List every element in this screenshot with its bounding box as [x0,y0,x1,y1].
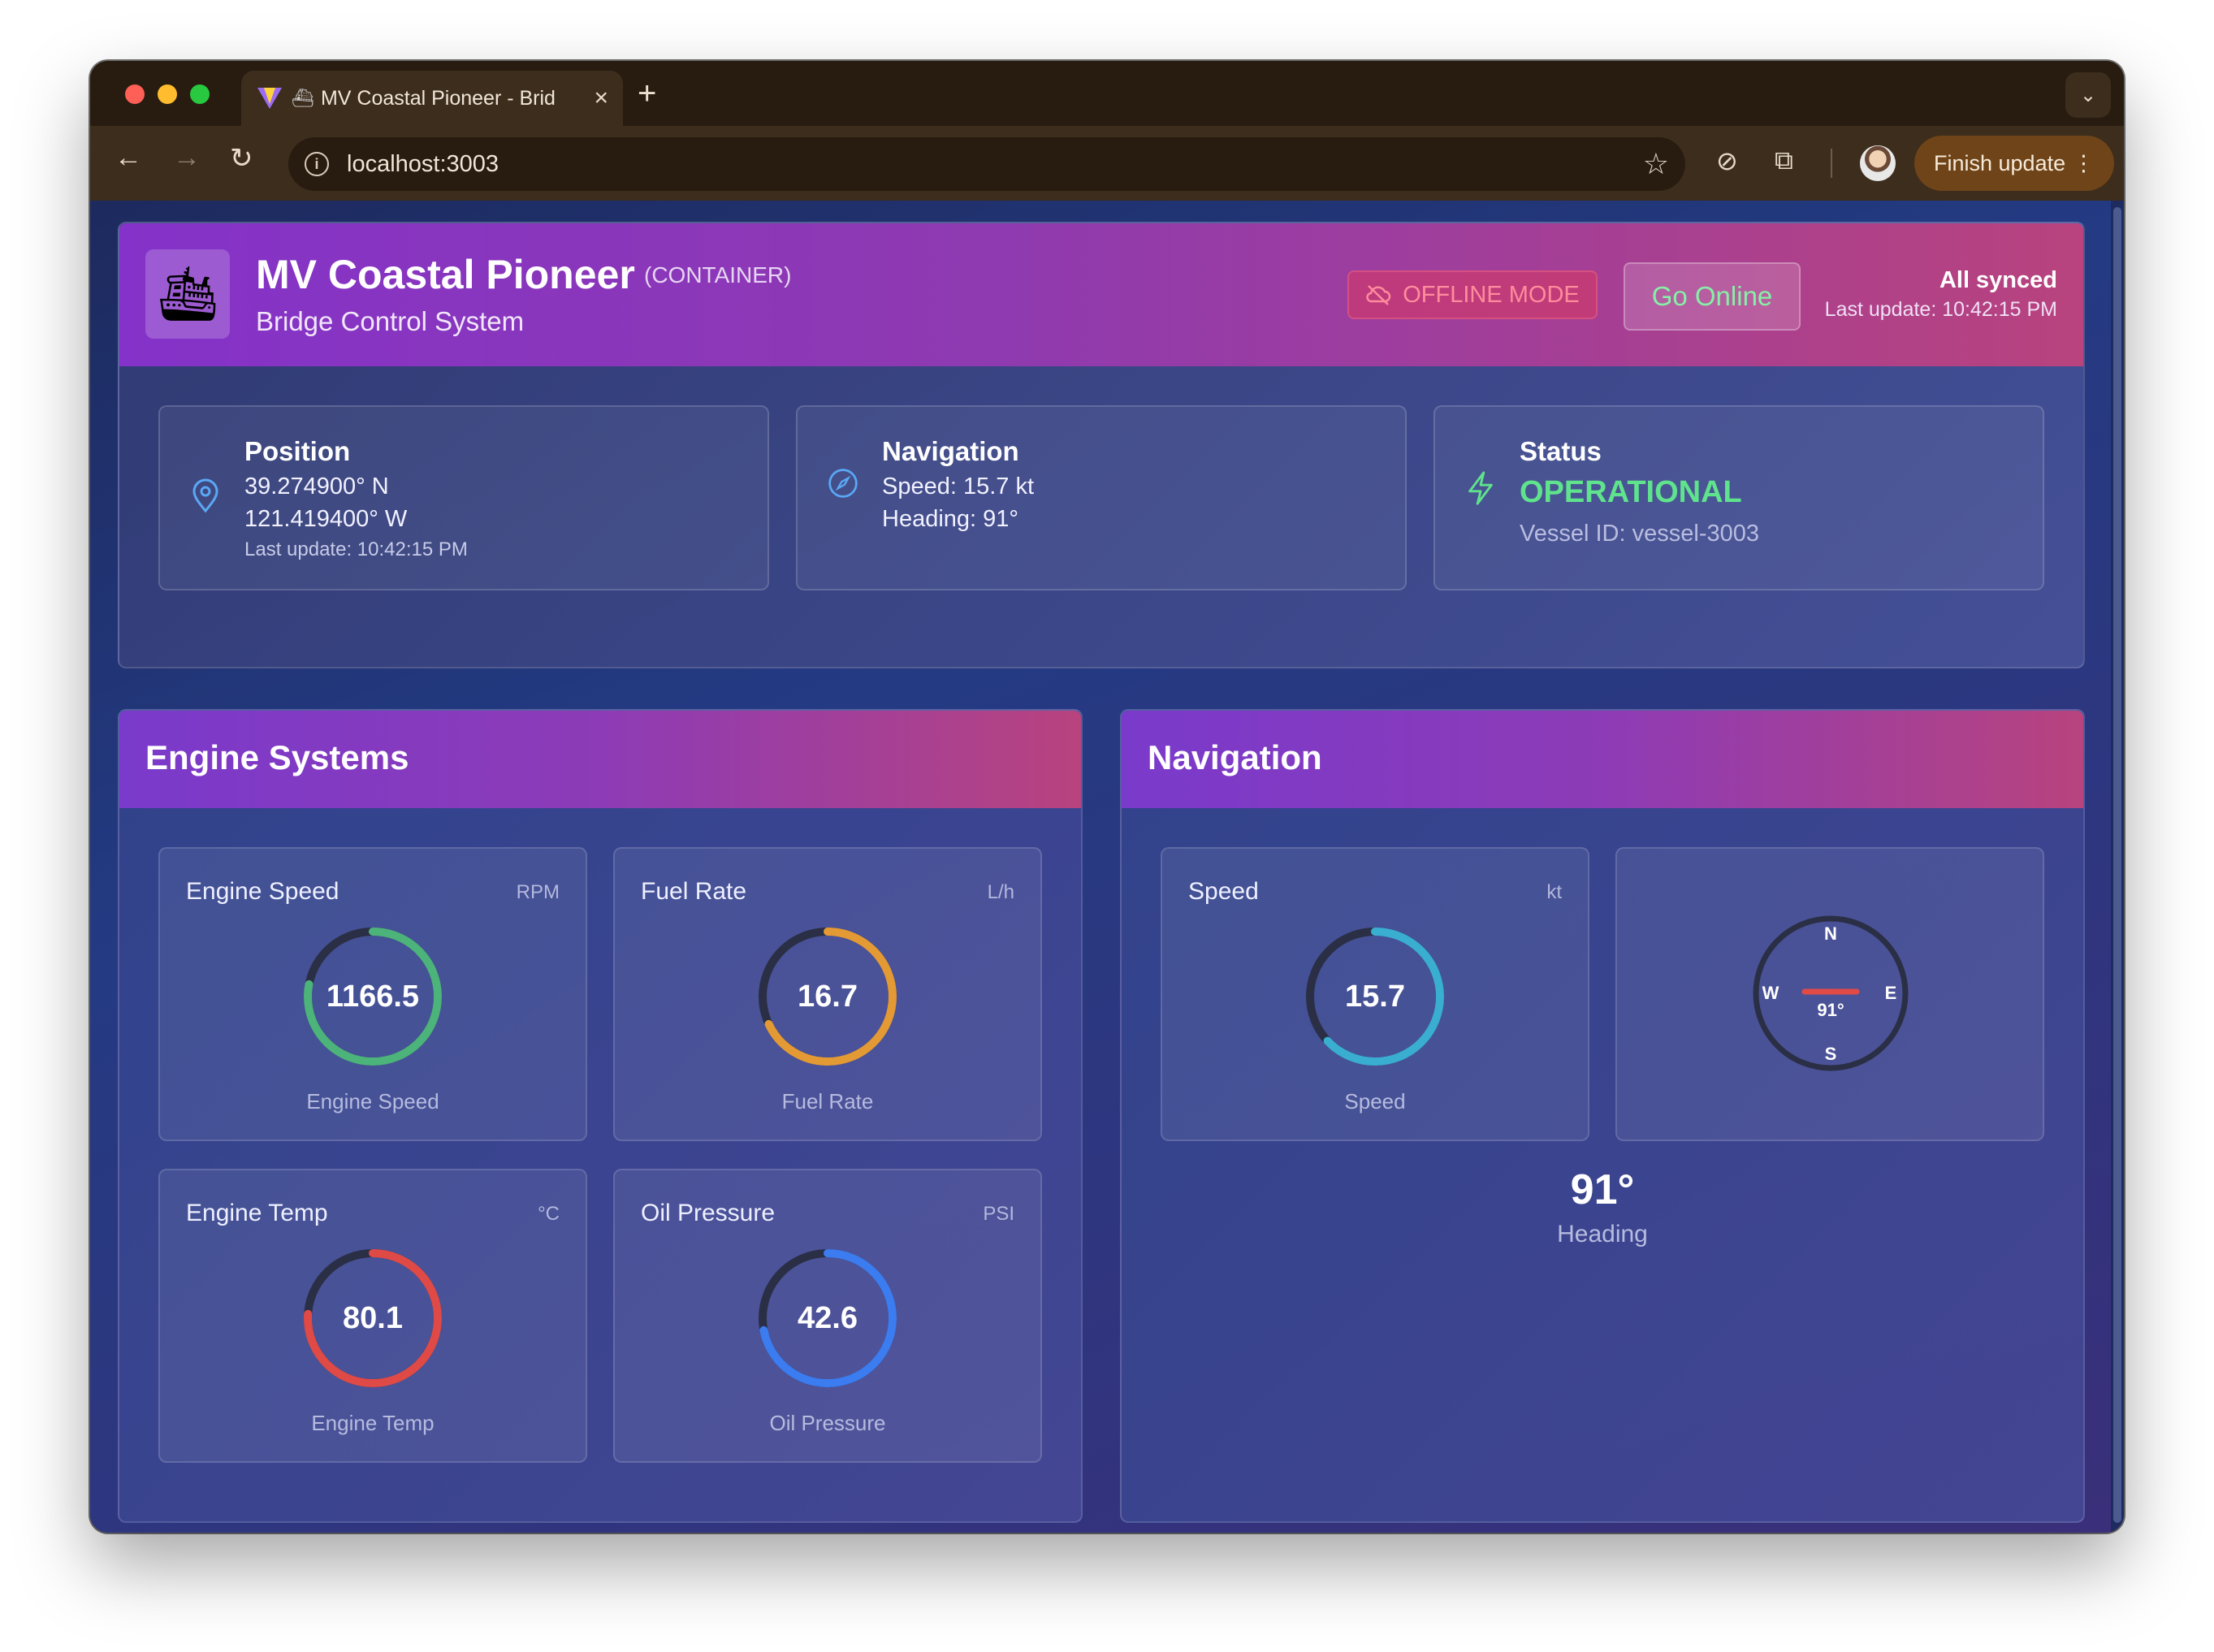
title-bar: ⛴ MV Coastal Pioneer - Brid × + ⌄ [90,61,2124,126]
finish-update-button[interactable]: Finish update ⋮ [1914,136,2114,191]
compass-icon [828,469,858,498]
gauge-label: Engine Temp [186,1200,328,1226]
sync-status: All synced [1939,267,2057,293]
navigation-title: Navigation [882,436,1019,466]
toolbar-divider [1831,149,1832,178]
page-viewport: 🛳 MV Coastal Pioneer (CONTAINER) Bridge … [90,201,2124,1533]
gauge-unit: °C [538,1203,560,1225]
browser-tab[interactable]: ⛴ MV Coastal Pioneer - Brid × [241,71,623,126]
new-tab-button[interactable]: + [638,76,656,112]
vessel-header: 🛳 MV Coastal Pioneer (CONTAINER) Bridge … [119,223,2083,366]
finish-update-label: Finish update [1934,150,2066,175]
reading-mode-icon[interactable]: ⊘ [1716,145,1738,176]
heading-value: 91° [1570,1166,1635,1213]
fuel-rate-gauge: Fuel Rate L/h 16.7 Fuel Rate [613,847,1042,1141]
gauge-caption: Fuel Rate [781,1089,874,1114]
gauge-caption: Oil Pressure [769,1411,886,1435]
position-card: Position 39.274900° N 121.419400° W Last… [158,405,769,590]
gauge-unit: L/h [987,881,1014,903]
address-bar[interactable]: i localhost:3003 ☆ [288,137,1685,191]
heading-caption: Heading [1557,1221,1648,1248]
navigation-panel: Navigation Speed kt 15.7 Speed N E S W 9… [1120,709,2085,1523]
url-text: localhost:3003 [347,150,499,177]
compass-east: E [1885,983,1897,1003]
gauge-value: 1166.5 [326,979,420,1014]
minimize-window-button[interactable] [158,84,177,104]
position-longitude: 121.419400° W [244,506,408,532]
compass-card: N E S W 91° [1615,847,2044,1141]
engine-systems-panel: Engine Systems Engine Speed RPM 1166.5 E… [118,709,1083,1523]
vessel-type: (CONTAINER) [644,262,792,288]
back-arrow-icon[interactable]: ← [115,142,142,174]
position-last-update: Last update: 10:42:15 PM [244,538,468,560]
gauge-caption: Speed [1344,1089,1406,1114]
more-vertical-icon: ⋮ [2073,150,2095,175]
system-subtitle: Bridge Control System [256,306,525,336]
engine-temp-gauge: Engine Temp °C 80.1 Engine Temp [158,1169,587,1463]
engine-systems-title: Engine Systems [145,738,409,776]
gauge-caption: Engine Temp [311,1411,435,1435]
status-value: OPERATIONAL [1520,475,1742,509]
status-card: Status OPERATIONAL Vessel ID: vessel-300… [1433,405,2044,590]
browser-toolbar: ← → ↻ i localhost:3003 ☆ ⊘ ⧉ Finish upda… [90,126,2124,201]
gauge-label: Speed [1188,878,1259,905]
cloud-off-icon [1366,285,1391,305]
compass-dial: N E S W 91° [1753,915,1909,1071]
engine-systems-header: Engine Systems [119,711,1081,808]
engine-speed-gauge: Engine Speed RPM 1166.5 Engine Speed [158,847,587,1141]
browser-window: ⛴ MV Coastal Pioneer - Brid × + ⌄ ← → ↻ … [90,61,2124,1533]
lightning-icon [1468,471,1493,505]
page-scrollbar[interactable] [2111,201,2124,1533]
profile-avatar[interactable] [1860,145,1896,181]
close-window-button[interactable] [125,84,145,104]
gauge-value: 15.7 [1345,979,1405,1014]
vite-logo-icon [257,88,282,109]
navigation-speed: Speed: 15.7 kt [882,474,1035,499]
vessel-id: Vessel ID: vessel-3003 [1520,521,1759,547]
navigation-card: Navigation Speed: 15.7 kt Heading: 91° [796,405,1407,590]
close-tab-icon[interactable]: × [594,84,608,112]
map-pin-icon [192,478,218,513]
gauge-value: 42.6 [798,1300,858,1335]
gauge-value: 80.1 [343,1300,403,1335]
scrollbar-thumb[interactable] [2113,207,2121,1523]
navigation-heading: Heading: 91° [882,506,1018,532]
offline-mode-label: OFFLINE MODE [1403,281,1580,308]
ship-icon: ⛴ [292,88,314,108]
oil-pressure-gauge: Oil Pressure PSI 42.6 Oil Pressure [613,1169,1042,1463]
gauge-label: Fuel Rate [641,878,747,905]
ship-logo-icon: 🛳 [145,249,230,339]
compass-west: W [1762,983,1779,1003]
gauge-caption: Engine Speed [306,1089,439,1114]
extensions-puzzle-icon[interactable]: ⧉ [1775,145,1793,176]
tab-title: MV Coastal Pioneer - Brid [320,86,556,110]
forward-arrow-icon[interactable]: → [173,142,201,174]
site-info-icon[interactable]: i [305,152,329,176]
navigation-header: Navigation [1122,711,2083,808]
reload-icon[interactable]: ↻ [230,142,253,175]
gauge-unit: kt [1546,881,1562,903]
compass-south: S [1825,1044,1837,1064]
sync-last-update: Last update: 10:42:15 PM [1824,298,2057,321]
gauge-unit: PSI [983,1203,1014,1225]
navigation-title: Navigation [1148,738,1322,776]
compass-north: N [1824,923,1837,944]
position-title: Position [244,436,351,466]
chevron-down-icon[interactable]: ⌄ [2065,72,2111,118]
gauge-label: Oil Pressure [641,1200,776,1226]
gauge-unit: RPM [516,881,560,903]
gauge-value: 16.7 [798,979,858,1014]
offline-mode-badge: OFFLINE MODE [1347,270,1598,319]
speed-gauge: Speed kt 15.7 Speed [1161,847,1589,1141]
status-title: Status [1520,436,1602,466]
compass-value: 91° [1817,1000,1844,1020]
bookmark-star-icon[interactable]: ☆ [1643,147,1669,181]
go-online-button[interactable]: Go Online [1624,262,1801,331]
position-latitude: 39.274900° N [244,474,389,499]
vessel-overview-panel: 🛳 MV Coastal Pioneer (CONTAINER) Bridge … [118,222,2085,668]
gauge-label: Engine Speed [186,878,339,905]
vessel-name: MV Coastal Pioneer [256,252,635,297]
maximize-window-button[interactable] [190,84,210,104]
